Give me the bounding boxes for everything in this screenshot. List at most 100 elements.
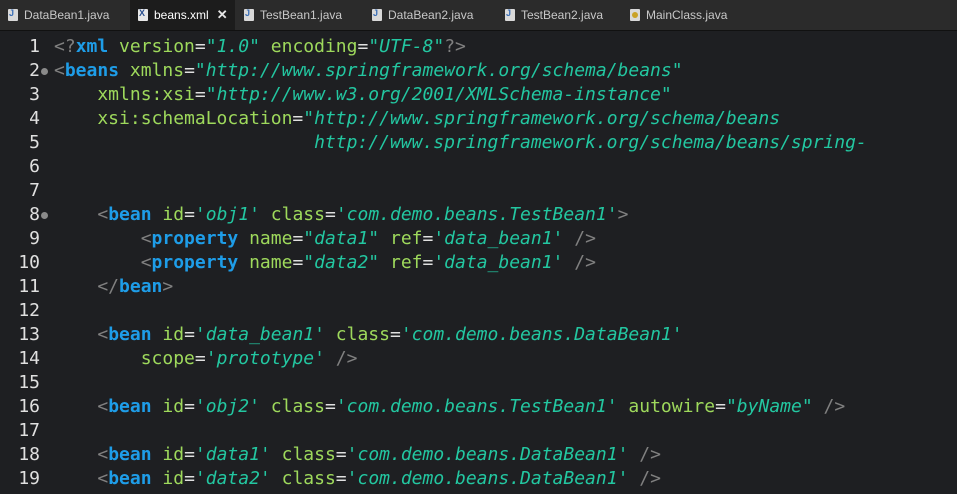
tab-databean1[interactable]: DataBean1.java (0, 0, 130, 30)
line-number: 3 (29, 84, 40, 105)
code-token: ref (379, 252, 423, 273)
code-line[interactable]: 6 (0, 155, 957, 179)
code-token: > (162, 276, 174, 297)
code-token: xmlns (119, 60, 185, 81)
code-line[interactable]: 11 </bean> (0, 275, 957, 299)
fold-marker-icon[interactable] (41, 212, 48, 219)
code-token: id (151, 324, 185, 345)
code-token: "http://www.w3.org/2001/XMLSchema-instan… (205, 84, 672, 105)
tab-testbean1[interactable]: TestBean1.java (236, 0, 364, 30)
code-token: "UTF-8" (368, 36, 445, 57)
java-file-icon (372, 8, 382, 21)
code-text: <bean id='data_bean1' class='com.demo.be… (54, 323, 682, 347)
code-token: = (389, 324, 401, 345)
code-token: 'obj1' (194, 204, 260, 225)
code-token: = (194, 348, 206, 369)
code-line[interactable]: 7 (0, 179, 957, 203)
code-token: = (335, 444, 347, 465)
code-token: bean (108, 468, 152, 489)
close-icon[interactable]: ✕ (217, 7, 228, 23)
code-line[interactable]: 9 <property name="data1" ref='data_bean1… (0, 227, 957, 251)
code-line[interactable]: 2 <beans xmlns="http://www.springframewor… (0, 59, 957, 83)
code-token: /> (324, 348, 358, 369)
code-token: <? (54, 36, 76, 57)
code-text: <bean id='obj2' class='com.demo.beans.Te… (54, 395, 845, 419)
code-token: = (194, 36, 206, 57)
code-line[interactable]: 4 xsi:schemaLocation="http://www.springf… (0, 107, 957, 131)
code-token: /> (563, 228, 596, 249)
code-token: = (184, 468, 195, 489)
code-token: "byName" (725, 396, 813, 417)
code-token: < (54, 252, 152, 273)
code-token: 'prototype' (205, 348, 325, 369)
code-token: = (194, 84, 206, 105)
tab-mainclass[interactable]: MainClass.java (622, 0, 752, 30)
code-text: scope='prototype' /> (54, 347, 358, 371)
line-number: 2 (29, 60, 40, 81)
code-token: = (184, 444, 195, 465)
tab-beans-xml[interactable]: beans.xml ✕ (130, 0, 235, 30)
code-line[interactable]: 12 (0, 299, 957, 323)
line-number: 7 (29, 180, 40, 201)
line-number: 13 (18, 324, 40, 345)
line-number: 14 (18, 348, 40, 369)
code-token: id (151, 444, 185, 465)
code-line[interactable]: 1 <?xml version="1.0" encoding="UTF-8"?> (0, 35, 957, 59)
code-token: </ (54, 276, 120, 297)
code-token: "1.0" (205, 36, 260, 57)
code-line[interactable]: 19 <bean id='data2' class='com.demo.bean… (0, 467, 957, 491)
code-token: < (54, 228, 152, 249)
line-number: 11 (18, 276, 40, 297)
line-number: 4 (29, 108, 40, 129)
code-token: class (270, 468, 336, 489)
code-line[interactable]: 15 (0, 371, 957, 395)
code-line[interactable]: 14 scope='prototype' /> (0, 347, 957, 371)
code-token: > (617, 204, 629, 225)
code-token: "data1" (303, 228, 380, 249)
line-number: 19 (18, 468, 40, 489)
line-number: 9 (29, 228, 40, 249)
code-token: = (292, 252, 304, 273)
code-text: xmlns:xsi="http://www.w3.org/2001/XMLSch… (54, 83, 672, 107)
code-token: class (259, 204, 325, 225)
code-token: < (54, 324, 109, 345)
fold-marker-icon[interactable] (41, 68, 48, 75)
code-token: = (184, 60, 195, 81)
line-number: 17 (18, 420, 40, 441)
main-class-file-icon (630, 9, 640, 21)
code-token: = (422, 228, 434, 249)
code-line[interactable]: 5 http://www.springframework.org/schema/… (0, 131, 957, 155)
editor-tab-bar: DataBean1.java beans.xml ✕ TestBean1.jav… (0, 0, 957, 31)
code-token: id (151, 396, 185, 417)
code-line[interactable]: 3 xmlns:xsi="http://www.w3.org/2001/XMLS… (0, 83, 957, 107)
code-text: </bean> (54, 275, 173, 299)
code-line[interactable]: 18 <bean id='data1' class='com.demo.bean… (0, 443, 957, 467)
code-token: 'data2' (194, 468, 271, 489)
code-text: <bean id='data1' class='com.demo.beans.D… (54, 443, 661, 467)
code-token: bean (108, 324, 152, 345)
code-editor[interactable]: 1 <?xml version="1.0" encoding="UTF-8"?> 2… (0, 31, 957, 494)
code-token: = (357, 36, 369, 57)
code-token: 'com.demo.beans.DataBean1' (346, 444, 629, 465)
code-text: <beans xmlns="http://www.springframework… (54, 59, 683, 83)
code-line[interactable]: 17 (0, 419, 957, 443)
java-file-icon (8, 8, 18, 21)
line-number: 12 (18, 300, 40, 321)
code-token: bean (119, 276, 163, 297)
line-number: 18 (18, 444, 40, 465)
code-line[interactable]: 16 <bean id='obj2' class='com.demo.beans… (0, 395, 957, 419)
code-token: /> (628, 468, 661, 489)
tab-testbean2[interactable]: TestBean2.java (497, 0, 621, 30)
code-token: xmlns:xsi (54, 84, 195, 105)
code-line[interactable]: 10 <property name="data2" ref='data_bean… (0, 251, 957, 275)
tab-label: DataBean2.java (388, 8, 474, 22)
code-token: autowire (617, 396, 716, 417)
code-line[interactable]: 13 <bean id='data_bean1' class='com.demo… (0, 323, 957, 347)
tab-databean2[interactable]: DataBean2.java (364, 0, 497, 30)
code-token: version (108, 36, 195, 57)
code-token: bean (108, 444, 152, 465)
code-token: /> (628, 444, 661, 465)
line-number: 15 (18, 372, 40, 393)
code-token: name (238, 252, 293, 273)
code-line[interactable]: 8 <bean id='obj1' class='com.demo.beans.… (0, 203, 957, 227)
